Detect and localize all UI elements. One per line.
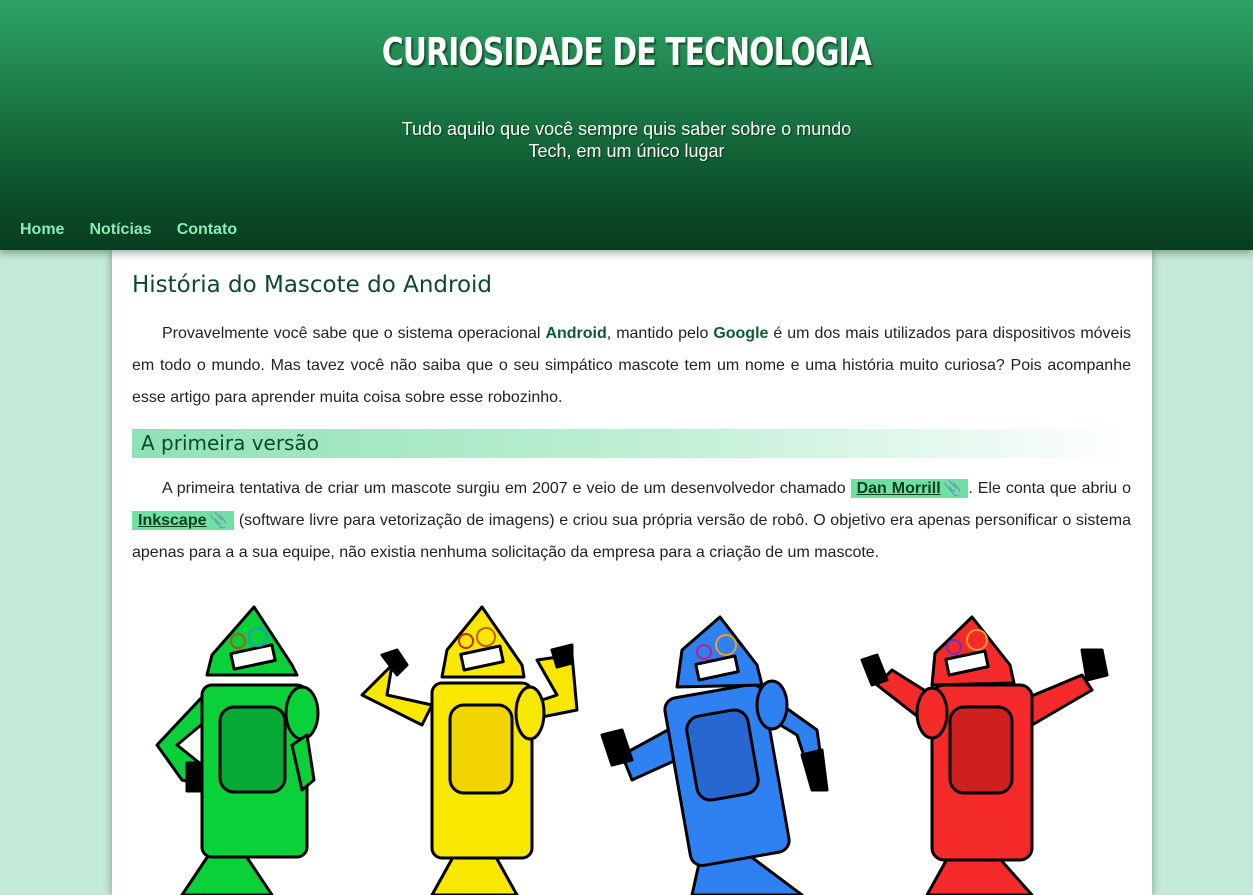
nav-home-link[interactable]: Home: [20, 221, 64, 239]
robot-claw: [550, 643, 574, 669]
section-heading: A primeira versão: [141, 431, 319, 455]
site-title: CURIOSIDADE DE TECNOLOGIA: [381, 30, 872, 74]
robot-panel: [218, 705, 287, 794]
site-header: CURIOSIDADE DE TECNOLOGIA Tudo aquilo qu…: [0, 0, 1253, 250]
section-text-3: (software livre para vetorização de imag…: [132, 512, 1131, 561]
android-mascot-concepts-image: [155, 605, 1109, 895]
robot-panel: [685, 708, 760, 802]
robot-claw: [800, 748, 829, 792]
section-heading-band: A primeira versão: [132, 429, 1131, 458]
robot-claw: [860, 653, 889, 687]
robot-claw: [600, 728, 634, 767]
paperclip-icon: 📎: [943, 480, 963, 497]
intro-text-2: , mantido pelo: [606, 325, 714, 342]
paperclip-icon: 📎: [209, 512, 229, 529]
android-term: Android: [545, 325, 607, 342]
robot-panel: [948, 705, 1014, 795]
section-text-2: . Ele conta que abriu o: [968, 480, 1132, 497]
section-text-1: A primeira tentativa de criar um mascote…: [162, 480, 851, 497]
dan-morrill-link[interactable]: Dan Morrill 📎: [850, 479, 969, 498]
intro-paragraph: Provavelmente você sabe que o sistema op…: [132, 318, 1131, 414]
inkscape-link-label: Inkscape: [138, 512, 207, 529]
nav-contato-link[interactable]: Contato: [177, 221, 237, 239]
robot-panel: [448, 703, 514, 795]
inkscape-link[interactable]: Inkscape 📎: [132, 511, 235, 530]
robot-shoulder: [755, 679, 789, 731]
yellow-robot: [360, 605, 579, 895]
robot-shoulder: [514, 685, 546, 741]
nav-noticias-link[interactable]: Notícias: [89, 221, 151, 239]
subtitle-line-1: Tudo aquilo que você sempre quis saber s…: [401, 119, 852, 139]
subtitle-line-2: Tech, em um único lugar: [528, 141, 725, 161]
red-robot: [860, 615, 1109, 895]
section-paragraph: A primeira tentativa de criar um mascote…: [132, 473, 1131, 569]
green-robot: [155, 605, 320, 895]
robot-head: [930, 615, 1016, 687]
robot-shoulder: [284, 685, 320, 741]
intro-text-1: Provavelmente você sabe que o sistema op…: [162, 325, 546, 342]
google-term: Google: [713, 325, 769, 342]
blue-robot: [600, 615, 829, 895]
robot-claw: [1080, 648, 1109, 682]
site-subtitle: Tudo aquilo que você sempre quis saber s…: [0, 118, 1253, 162]
dan-morrill-link-label: Dan Morrill: [856, 480, 941, 497]
main-nav: Home Notícias Contato: [20, 221, 262, 239]
article-title: História do Mascote do Android: [132, 272, 493, 298]
article-container: História do Mascote do Android Provavelm…: [112, 250, 1152, 895]
robot-shoulder: [915, 686, 949, 740]
